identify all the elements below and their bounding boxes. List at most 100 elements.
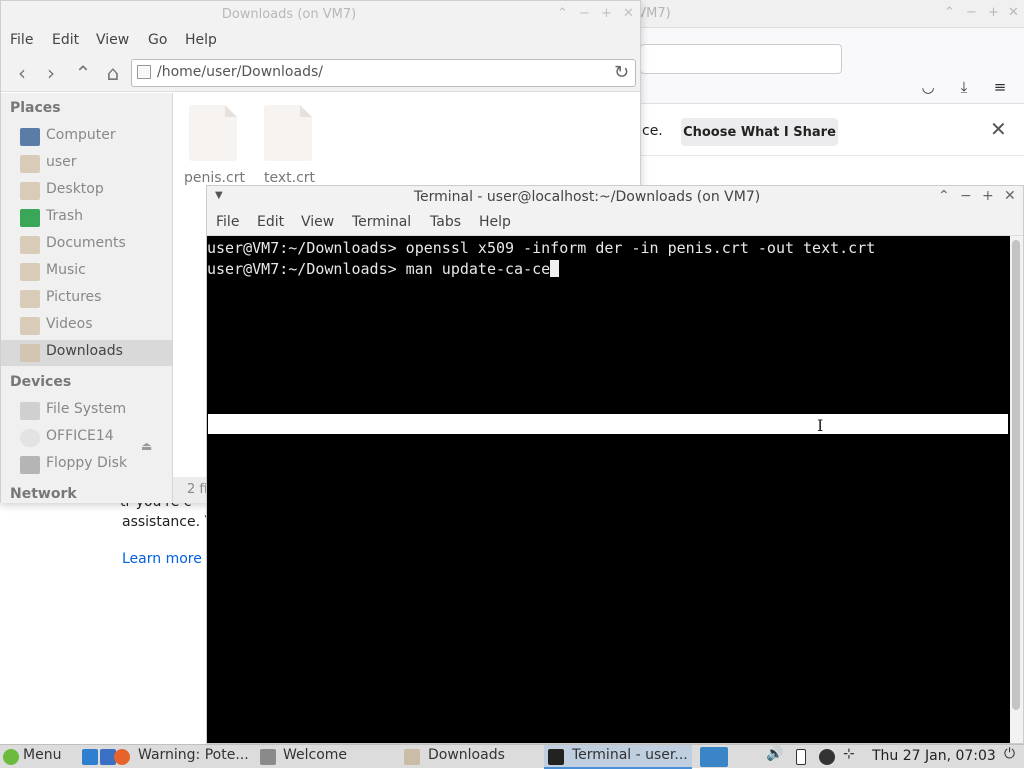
page-body-text: assistance. Y [122, 514, 214, 530]
terminal-maximize-icon[interactable]: + [982, 188, 994, 204]
certificate-file-icon[interactable] [189, 105, 237, 161]
fm-maximize-icon[interactable]: + [601, 6, 612, 21]
ibeam-cursor-icon: I [817, 416, 824, 435]
task-downloads[interactable]: Downloads [400, 745, 540, 769]
fm-menu-go[interactable]: Go [148, 32, 167, 48]
update-check-icon[interactable] [819, 749, 835, 765]
sidebar-item-label: Computer [46, 127, 116, 143]
back-arrow-icon[interactable]: ‹ [10, 61, 34, 85]
eject-icon[interactable]: ⏏ [141, 439, 152, 453]
sidebar-item-floppy-disk[interactable]: Floppy Disk [1, 452, 172, 478]
pocket-icon[interactable]: ◡ [918, 78, 938, 98]
terminal-prompt-line[interactable]: user@VM7:~/Downloads> man update-ca-ce [207, 260, 560, 278]
sidebar-item-documents[interactable]: Documents [1, 232, 172, 258]
power-icon[interactable]: ⏻ [1004, 746, 1015, 766]
sidebar-item-pictures[interactable]: Pictures [1, 286, 172, 312]
terminal-input-text: user@VM7:~/Downloads> man update-ca-ce [207, 260, 551, 278]
terminal-icon [548, 749, 564, 765]
file-name[interactable]: text.crt [264, 170, 315, 186]
text-cursor [550, 260, 560, 277]
file-manager-titlebar: Downloads (on VM7) ⌃ − + ✕ [1, 1, 640, 28]
task-label: Downloads [428, 747, 505, 763]
trash-icon [20, 209, 40, 227]
terminal-titlebar: ▼ Terminal - user@localhost:~/Downloads … [207, 186, 1023, 210]
sidebar-item-label: user [46, 154, 77, 170]
task-label: Welcome [283, 747, 348, 763]
learn-more-link[interactable]: Learn more [122, 551, 202, 567]
sidebar-item-user[interactable]: user [1, 151, 172, 177]
window-icon [260, 749, 276, 765]
folder-icon [404, 749, 420, 765]
file-name[interactable]: penis.crt [184, 170, 245, 186]
fm-minimize-icon[interactable]: − [579, 6, 590, 21]
term-menu-edit[interactable]: Edit [257, 214, 284, 230]
fm-close-icon[interactable]: ✕ [623, 6, 634, 21]
firefox-url-bar[interactable] [640, 44, 842, 74]
firefox-icon [114, 749, 130, 765]
sidebar-item-trash[interactable]: Trash [1, 205, 172, 231]
terminal-line: user@VM7:~/Downloads> openssl x509 -info… [207, 239, 876, 257]
pictures-folder-icon [20, 290, 40, 308]
desktop-folder-icon [20, 182, 40, 200]
volume-icon[interactable]: 🔊 [766, 746, 783, 766]
sidebar-item-label: OFFICE14 [46, 428, 114, 444]
up-arrow-icon[interactable]: ⌃ [71, 61, 95, 85]
notification-text: ce. [642, 123, 663, 139]
firefox-close-icon[interactable]: ✕ [1008, 5, 1019, 20]
firefox-maximize-icon[interactable]: + [988, 5, 999, 20]
network-header: Network [10, 486, 77, 502]
sidebar-item-videos[interactable]: Videos [1, 313, 172, 339]
sidebar-item-label: Downloads [46, 343, 123, 359]
sidebar-item-file-system[interactable]: File System [1, 398, 172, 424]
fm-menu-edit[interactable]: Edit [52, 32, 79, 48]
terminal-scrollbar-thumb[interactable] [1012, 240, 1020, 710]
notification-close-icon[interactable]: ✕ [990, 117, 1007, 141]
term-menu-terminal[interactable]: Terminal [352, 214, 411, 230]
choose-what-i-share-button[interactable]: Choose What I Share [681, 118, 838, 146]
terminal-output[interactable]: user@VM7:~/Downloads> openssl x509 -info… [207, 236, 1009, 743]
hard-drive-icon [20, 402, 40, 420]
folder-icon [137, 65, 151, 79]
terminal-shade-icon[interactable]: ⌃ [938, 188, 950, 204]
firefox-minimize-icon[interactable]: − [966, 5, 977, 20]
firefox-maximize-restore-icon[interactable]: ⌃ [944, 5, 955, 20]
term-menu-help[interactable]: Help [479, 214, 511, 230]
terminal-close-icon[interactable]: ✕ [1004, 188, 1016, 204]
sidebar-item-downloads[interactable]: Downloads [1, 340, 172, 366]
terminal-minimize-icon[interactable]: − [960, 188, 972, 204]
sidebar-item-music[interactable]: Music [1, 259, 172, 285]
menu-button[interactable]: Menu [23, 747, 61, 767]
download-icon[interactable]: ⤓ [954, 78, 974, 98]
reload-icon[interactable]: ↻ [614, 62, 629, 83]
task-firefox[interactable]: Warning: Pote... [112, 745, 252, 769]
sidebar-item-desktop[interactable]: Desktop [1, 178, 172, 204]
term-menu-tabs[interactable]: Tabs [430, 214, 461, 230]
fm-menu-view[interactable]: View [96, 32, 129, 48]
menu-logo-icon[interactable] [3, 749, 19, 765]
fm-menu-file[interactable]: File [10, 32, 33, 48]
hamburger-menu-icon[interactable]: ≡ [990, 78, 1010, 98]
clock[interactable]: Thu 27 Jan, 07:03 [872, 748, 996, 764]
network-icon[interactable]: ⊹ [843, 746, 855, 766]
task-welcome[interactable]: Welcome [256, 745, 396, 769]
music-folder-icon [20, 263, 40, 281]
workspace-switcher-icon[interactable] [700, 747, 728, 767]
task-terminal[interactable]: Terminal - user... [544, 745, 692, 769]
home-icon[interactable]: ⌂ [101, 61, 125, 85]
sidebar-item-computer[interactable]: Computer [1, 124, 172, 150]
terminal-title: Terminal - user@localhost:~/Downloads (o… [413, 189, 761, 205]
show-desktop-icon[interactable] [82, 749, 98, 765]
location-path[interactable]: /home/user/Downloads/ [157, 64, 323, 80]
term-menu-file[interactable]: File [216, 214, 239, 230]
battery-icon[interactable] [796, 749, 806, 765]
selection-highlight [208, 414, 1008, 434]
optical-disc-icon [20, 429, 40, 447]
fm-shade-icon[interactable]: ⌃ [557, 6, 568, 21]
fm-menu-help[interactable]: Help [185, 32, 217, 48]
forward-arrow-icon[interactable]: › [39, 61, 63, 85]
certificate-file-icon[interactable] [264, 105, 312, 161]
sidebar-item-label: Documents [46, 235, 126, 251]
term-menu-view[interactable]: View [301, 214, 334, 230]
home-folder-icon [20, 155, 40, 173]
sidebar-item-label: Floppy Disk [46, 455, 128, 471]
